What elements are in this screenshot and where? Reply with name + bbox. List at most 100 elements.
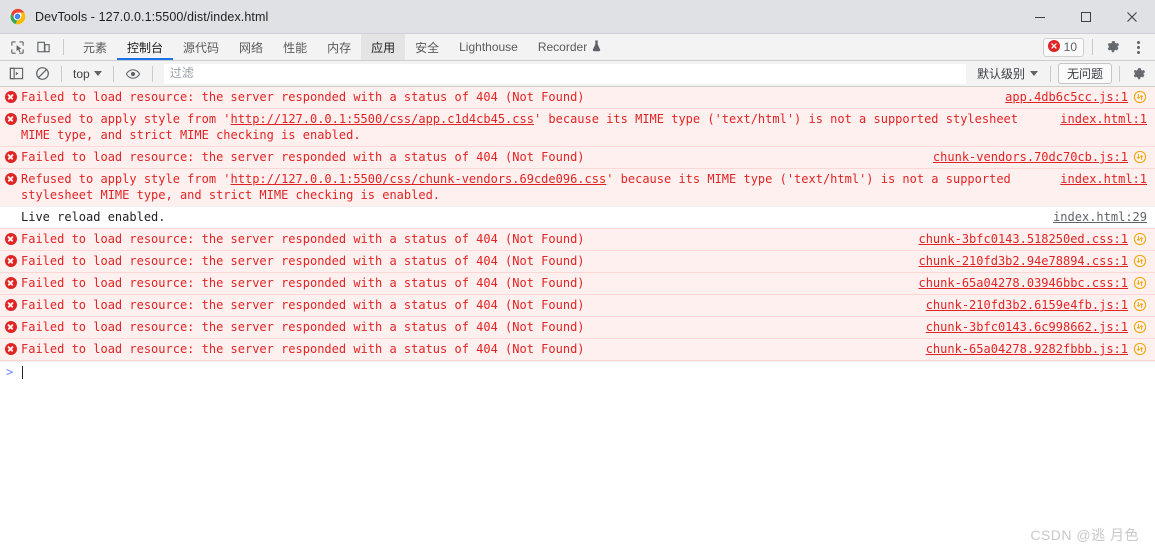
- devtools-window: DevTools - 127.0.0.1:5500/dist/index.htm…: [0, 0, 1155, 557]
- source-location-link[interactable]: chunk-210fd3b2.6159e4fb.js:1: [926, 297, 1128, 313]
- tab-security[interactable]: 安全: [405, 34, 449, 60]
- tab-console[interactable]: 控制台: [117, 34, 174, 60]
- execution-context-selector[interactable]: top: [69, 65, 106, 83]
- tab-elements[interactable]: 元素: [73, 34, 117, 60]
- tab-bar-tools: [0, 34, 73, 60]
- tab-performance[interactable]: 性能: [273, 34, 317, 60]
- network-request-button[interactable]: [1133, 253, 1147, 268]
- console-message-row[interactable]: Refused to apply style from 'http://127.…: [0, 168, 1155, 207]
- error-icon: [4, 233, 17, 245]
- device-toolbar-button[interactable]: [31, 35, 55, 59]
- gear-icon: [1107, 41, 1120, 53]
- close-button[interactable]: [1109, 0, 1155, 34]
- source-location-link[interactable]: app.4db6c5cc.js:1: [1005, 89, 1128, 105]
- resource-url-link[interactable]: http://127.0.0.1:5500/css/app.c1d4cb45.c…: [231, 112, 534, 126]
- source-location-link[interactable]: chunk-vendors.70dc70cb.js:1: [933, 149, 1128, 165]
- console-message-row[interactable]: Failed to load resource: the server resp…: [0, 228, 1155, 251]
- network-request-icon: [1133, 232, 1147, 246]
- console-message-source-cell: chunk-210fd3b2.6159e4fb.js:1: [926, 297, 1155, 313]
- network-request-icon: [1133, 298, 1147, 312]
- console-message-row[interactable]: Failed to load resource: the server resp…: [0, 87, 1155, 109]
- prompt-arrow-icon: >: [6, 365, 14, 379]
- inspect-element-button[interactable]: [5, 35, 29, 59]
- tab-sources[interactable]: 源代码: [173, 34, 229, 60]
- console-message-row[interactable]: Failed to load resource: the server resp…: [0, 146, 1155, 169]
- console-message-source-cell: chunk-65a04278.9282fbbb.js:1: [926, 341, 1155, 357]
- filter-bar-divider: [1119, 65, 1120, 82]
- close-icon: [1127, 11, 1137, 22]
- source-location-link[interactable]: chunk-3bfc0143.6c998662.js:1: [926, 319, 1128, 335]
- console-message-row[interactable]: Failed to load resource: the server resp…: [0, 338, 1155, 361]
- network-request-button[interactable]: [1133, 89, 1147, 104]
- chrome-logo-icon: [9, 8, 26, 25]
- console-message-row[interactable]: Refused to apply style from 'http://127.…: [0, 108, 1155, 147]
- console-message-source-cell: index.html:1: [1060, 111, 1155, 127]
- console-message-list[interactable]: Failed to load resource: the server resp…: [0, 87, 1155, 557]
- console-message-row[interactable]: Failed to load resource: the server resp…: [0, 294, 1155, 317]
- console-message-text: Failed to load resource: the server resp…: [21, 232, 585, 246]
- network-request-button[interactable]: [1133, 319, 1147, 334]
- source-location-link[interactable]: chunk-65a04278.9282fbbb.js:1: [926, 341, 1128, 357]
- network-request-button[interactable]: [1133, 341, 1147, 356]
- window-controls: [1017, 0, 1155, 34]
- source-location-link[interactable]: index.html:1: [1060, 171, 1147, 187]
- console-sidebar-toggle-button[interactable]: [4, 63, 28, 85]
- clear-console-button[interactable]: [30, 63, 54, 85]
- tab-recorder[interactable]: Recorder: [528, 34, 612, 60]
- console-message-source-cell: app.4db6c5cc.js:1: [1005, 89, 1155, 105]
- error-icon: [4, 113, 17, 125]
- error-icon: [4, 91, 17, 103]
- console-filter-bar: top 默认级别 无问题: [0, 61, 1155, 87]
- source-location-link[interactable]: chunk-210fd3b2.94e78894.css:1: [918, 253, 1128, 269]
- tab-application[interactable]: 应用: [361, 34, 406, 60]
- console-message-row[interactable]: Failed to load resource: the server resp…: [0, 316, 1155, 339]
- tab-label: Lighthouse: [459, 40, 518, 54]
- log-level-selector[interactable]: 默认级别: [972, 63, 1043, 84]
- devtools-tab-bar: 元素 控制台 源代码 网络 性能 内存 应用 安全 Lighthouse Rec…: [0, 34, 1155, 61]
- more-options-button[interactable]: [1127, 36, 1149, 58]
- window-title: DevTools - 127.0.0.1:5500/dist/index.htm…: [35, 9, 269, 24]
- execution-context-label: top: [73, 66, 90, 81]
- error-count-badge[interactable]: 10: [1042, 37, 1084, 57]
- network-request-button[interactable]: [1133, 275, 1147, 290]
- resource-url-link[interactable]: http://127.0.0.1:5500/css/chunk-vendors.…: [231, 172, 607, 186]
- maximize-button[interactable]: [1063, 0, 1109, 34]
- console-settings-button[interactable]: [1127, 63, 1151, 85]
- tab-memory[interactable]: 内存: [317, 34, 361, 60]
- tab-label: 控制台: [127, 40, 164, 55]
- source-location-link[interactable]: chunk-3bfc0143.518250ed.css:1: [918, 231, 1128, 247]
- console-message-row[interactable]: Failed to load resource: the server resp…: [0, 272, 1155, 295]
- log-level-label: 默认级别: [976, 67, 1025, 81]
- network-request-button[interactable]: [1133, 149, 1147, 164]
- error-icon: [4, 321, 17, 333]
- inspect-element-icon: [10, 40, 24, 54]
- source-location-link[interactable]: index.html:1: [1060, 111, 1147, 127]
- issues-button[interactable]: 无问题: [1057, 63, 1112, 84]
- tab-bar-right: 10: [1042, 34, 1155, 60]
- console-prompt[interactable]: >: [0, 361, 1155, 382]
- live-expression-button[interactable]: [121, 63, 145, 85]
- source-location-link[interactable]: index.html:29: [1053, 209, 1147, 225]
- console-message-source-cell: chunk-210fd3b2.94e78894.css:1: [918, 253, 1155, 269]
- network-request-button[interactable]: [1133, 297, 1147, 312]
- network-request-icon: [1133, 342, 1147, 356]
- tab-label: 安全: [415, 40, 440, 55]
- watermark: CSDN @逃 月色: [1030, 527, 1139, 543]
- console-message-row[interactable]: Failed to load resource: the server resp…: [0, 250, 1155, 273]
- filter-bar-divider: [1049, 65, 1051, 82]
- console-message-text: Failed to load resource: the server resp…: [21, 150, 585, 164]
- console-scroll-area: Failed to load resource: the server resp…: [0, 87, 1155, 556]
- network-request-button[interactable]: [1133, 231, 1147, 246]
- source-location-link[interactable]: chunk-65a04278.03946bbc.css:1: [918, 275, 1128, 291]
- console-filter-input[interactable]: [163, 63, 966, 84]
- error-icon: [4, 277, 17, 289]
- tab-lighthouse[interactable]: Lighthouse: [449, 34, 528, 60]
- console-message-row[interactable]: Live reload enabled. index.html:29: [0, 206, 1155, 229]
- tab-network[interactable]: 网络: [229, 34, 273, 60]
- network-request-icon: [1133, 90, 1147, 104]
- minimize-button[interactable]: [1017, 0, 1063, 34]
- network-request-icon: [1133, 276, 1147, 290]
- console-message-source-cell: chunk-3bfc0143.6c998662.js:1: [926, 319, 1155, 335]
- devtools-settings-button[interactable]: [1101, 35, 1125, 59]
- console-message-text: Failed to load resource: the server resp…: [21, 276, 585, 290]
